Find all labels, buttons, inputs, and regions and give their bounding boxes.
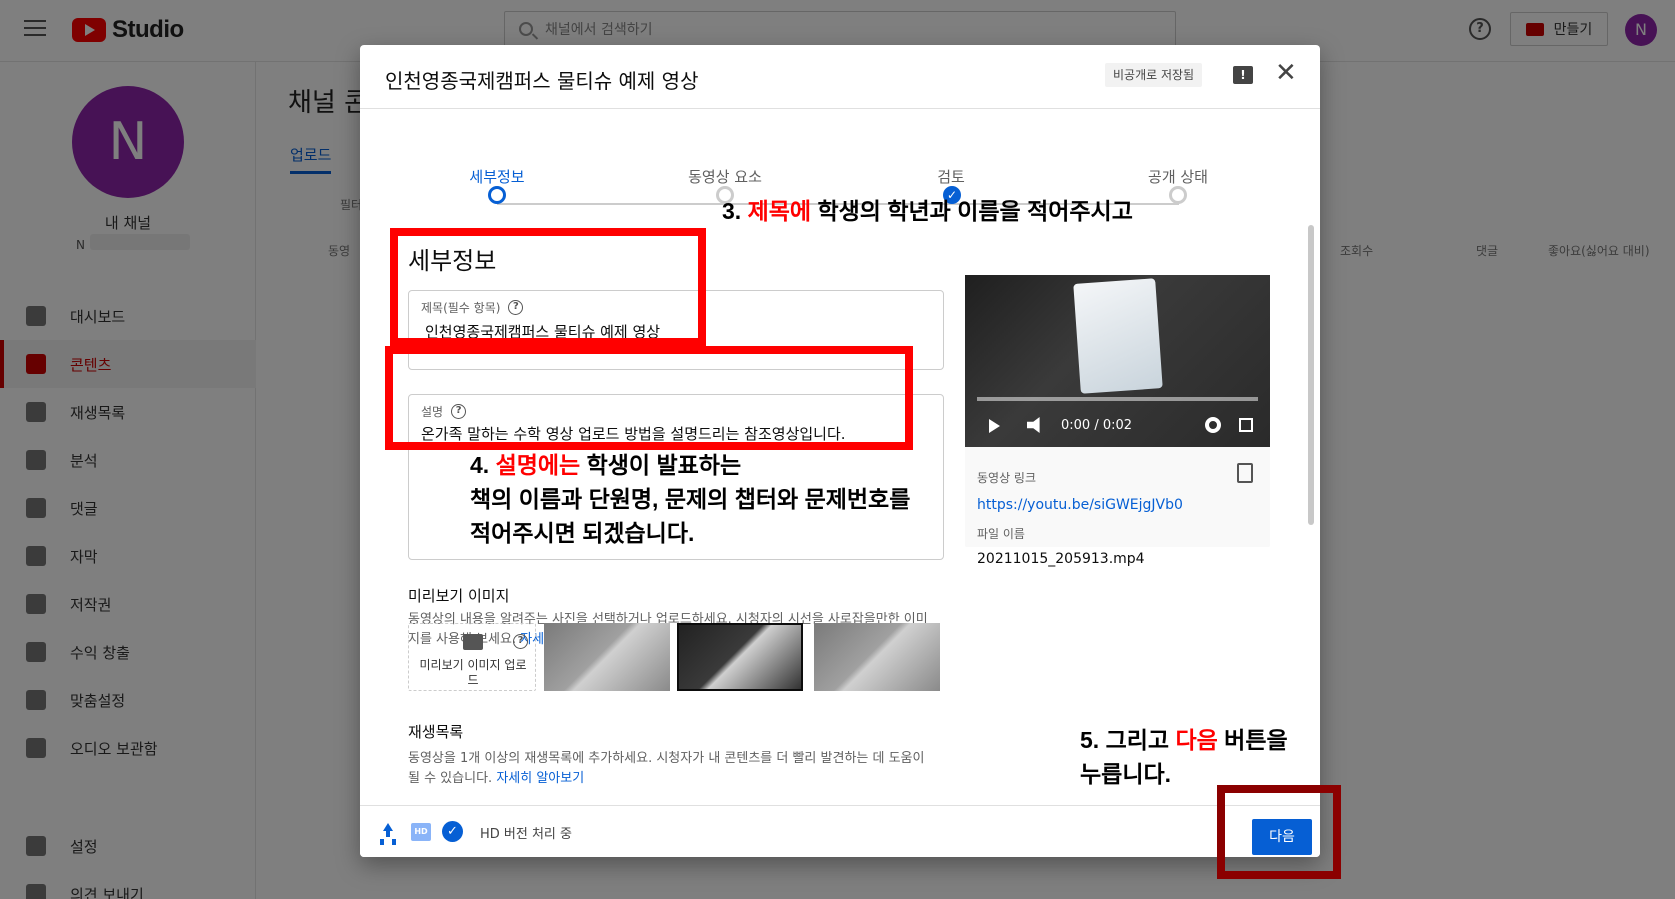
step-visibility[interactable]: 공개 상태 [1108,166,1248,187]
thumbnail-heading: 미리보기 이미지 [408,587,510,605]
step-checks[interactable]: 검토 [881,166,1021,187]
playlist-learn-more-link[interactable]: 자세히 알아보기 [496,771,584,786]
instruction-5-highlight: 다음 [1175,727,1218,753]
step-details[interactable]: 세부정보 [427,166,567,187]
time-display: 0:00 / 0:02 [1061,418,1133,433]
progress-bar[interactable] [977,397,1258,401]
video-player[interactable]: 0:00 / 0:02 [965,275,1270,447]
upload-icon [380,823,396,841]
step-video-elements[interactable]: 동영상 요소 [655,166,795,187]
instruction-4-line3: 적어주시면 되겠습니다. [470,520,695,546]
dialog-footer: HD ✓ HD 버전 처리 중 다음 [360,805,1320,857]
thumbnail-upload-label: 미리보기 이미지 업로드 [419,658,527,687]
hd-icon: HD [411,823,431,841]
playlist-helper-text: 동영상을 1개 이상의 재생목록에 추가하세요. 시청자가 내 콘텐츠를 더 빨… [408,751,925,786]
volume-icon[interactable] [1027,417,1040,433]
file-name-label: 파일 이름 [977,527,1025,541]
instruction-3-prefix: 3. [722,198,748,224]
playlist-heading: 재생목록 [408,723,464,741]
highlight-description-box [385,346,913,450]
close-icon[interactable]: ✕ [1275,60,1297,86]
instruction-4-line2: 책의 이름과 단원명, 문제의 챕터와 문제번호를 [470,486,911,512]
saved-status-badge: 비공개로 저장됨 [1105,63,1203,87]
video-link[interactable]: https://youtu.be/siGWEjgJVb0 [977,497,1183,513]
highlight-title-box [390,228,706,346]
instruction-5: 5. 그리고 다음 버튼을 누릅니다. [1080,723,1288,791]
step-dot-visibility[interactable] [1169,186,1187,204]
file-name: 20211015_205913.mp4 [977,551,1145,567]
play-icon[interactable] [989,419,1000,433]
processing-status: HD 버전 처리 중 [480,827,572,842]
scrollbar[interactable] [1308,225,1314,525]
check-icon: ✓ [442,821,463,842]
video-preview-panel: 0:00 / 0:02 동영상 링크 https://youtu.be/siGW… [965,275,1270,567]
thumbnail-option-1[interactable] [544,623,670,691]
video-frame [1073,278,1163,394]
step-dot-details[interactable] [488,186,506,204]
instruction-4-text: 학생이 발표하는 [580,452,742,478]
instruction-3-highlight: 제목에 [747,198,812,224]
dialog-title: 인천영종국제캠퍼스 물티슈 예제 영상 [385,69,699,93]
dialog-header: 인천영종국제캠퍼스 물티슈 예제 영상 비공개로 저장됨 ! ✕ [360,45,1320,109]
thumbnail-option-3[interactable] [814,623,940,691]
thumbnail-option-2[interactable] [677,623,803,691]
instruction-4: 4. 설명에는 학생이 발표하는 책의 이름과 단원명, 문제의 챕터와 문제번… [470,448,910,550]
instruction-5-text: 버튼을 [1217,727,1288,753]
fullscreen-icon[interactable] [1239,418,1253,432]
playlist-helper: 동영상을 1개 이상의 재생목록에 추가하세요. 시청자가 내 콘텐츠를 더 빨… [408,749,938,789]
instruction-4-prefix: 4. [470,452,496,478]
instruction-3-text: 학생의 학년과 이름을 적어주시고 [811,198,1133,224]
copy-icon[interactable] [1237,463,1253,483]
thumbnail-upload-button[interactable]: ? 미리보기 이미지 업로드 [408,623,536,691]
feedback-icon[interactable]: ! [1233,66,1253,84]
instruction-5-prefix: 5. 그리고 [1080,727,1176,753]
instruction-4-highlight: 설명에는 [495,452,581,478]
instruction-5-line2: 누릅니다. [1080,761,1172,787]
video-link-label: 동영상 링크 [977,471,1037,485]
highlight-next-box [1217,785,1341,879]
add-photo-icon [463,634,483,650]
help-icon[interactable]: ? [513,634,528,649]
instruction-3: 3. 제목에 학생의 학년과 이름을 적어주시고 [722,194,1133,228]
gear-icon[interactable] [1205,417,1221,433]
